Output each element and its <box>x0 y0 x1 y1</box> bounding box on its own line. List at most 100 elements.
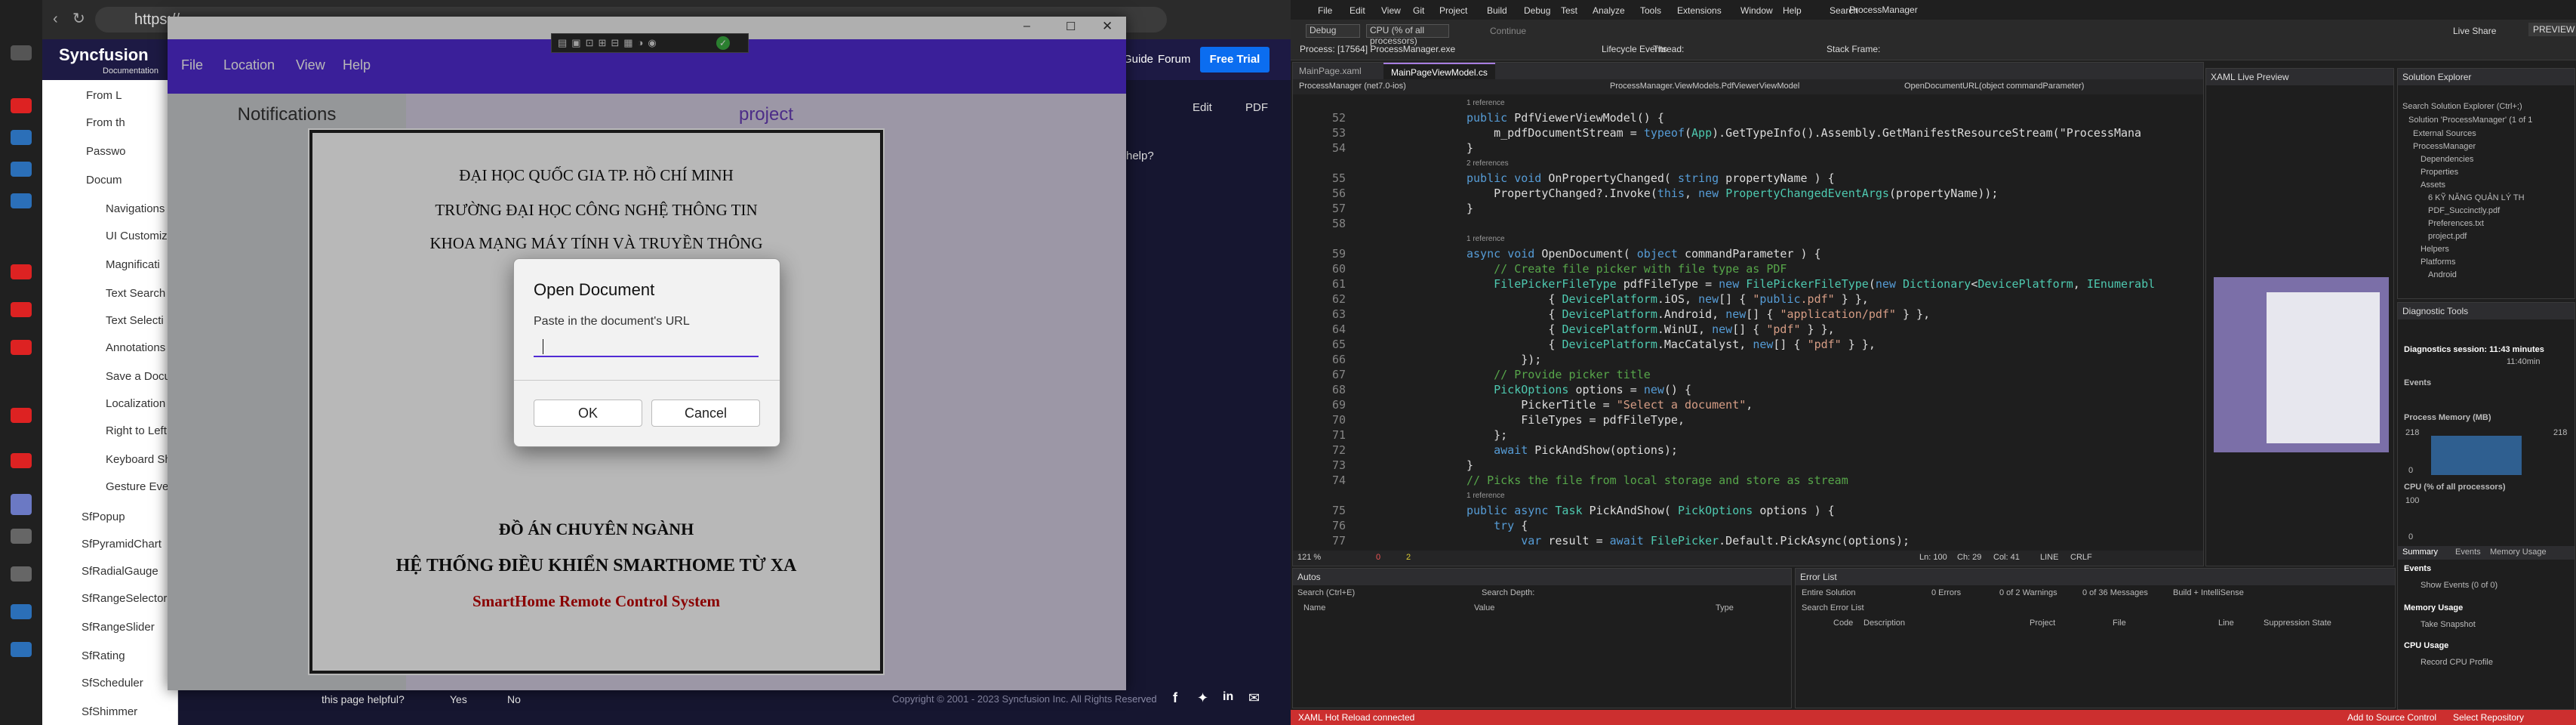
sidebar-item[interactable]: Text Selecti <box>106 314 164 327</box>
active-tab-icon[interactable] <box>11 494 32 515</box>
code-line[interactable]: 61 FilePickerFileType pdfFileType = new … <box>1293 277 2199 292</box>
code-line[interactable]: 54} <box>1293 141 2199 156</box>
zoom-level[interactable]: 121 % <box>1297 553 1321 562</box>
mail-icon[interactable]: ✉ <box>1248 690 1260 706</box>
sidebar-item[interactable]: Localization <box>106 397 165 410</box>
vs-menu-item[interactable]: Git <box>1413 5 1424 16</box>
code-line[interactable]: 63 { DevicePlatform.Android, new[] { "ap… <box>1293 307 2199 322</box>
code-line[interactable]: 62 { DevicePlatform.iOS, new[] { "public… <box>1293 292 2199 307</box>
error-column-header[interactable]: Code <box>1833 619 1853 628</box>
solution-title[interactable]: Solution 'ProcessManager' (1 of 1 <box>2408 116 2532 125</box>
vs-menu-item[interactable]: Debug <box>1524 5 1550 16</box>
cancel-button[interactable]: Cancel <box>651 400 760 427</box>
vs-menu-item[interactable]: Window <box>1740 5 1773 16</box>
sidebar-item[interactable]: SfRangeSelector <box>82 592 167 605</box>
tree-item[interactable]: 6 KỸ NĂNG QUẢN LÝ TH <box>2428 193 2525 202</box>
code-line[interactable]: 60 // Create file picker with file type … <box>1293 262 2199 277</box>
tab-memory-usage[interactable]: Memory Usage <box>2490 548 2547 557</box>
code-line[interactable]: 73} <box>1293 458 2199 474</box>
nav-member[interactable]: OpenDocumentURL(object commandParameter) <box>1904 82 2084 91</box>
error-search[interactable]: Search Error List <box>1802 603 1864 612</box>
vs-menu-item[interactable]: Test <box>1561 5 1577 16</box>
code-line[interactable]: 55 public void OnPropertyChanged( string … <box>1293 171 2199 187</box>
code-line[interactable]: 75 public async Task PickAndShow( PickOpt… <box>1293 504 2199 519</box>
tab-summary[interactable]: Summary <box>2402 548 2438 557</box>
code-area[interactable]: 1 reference 52 public PdfViewerViewModel()… <box>1293 96 2203 548</box>
sidebar-item[interactable]: Right to Left <box>106 424 167 437</box>
error-column-header[interactable]: Line <box>2218 619 2234 628</box>
youtube-tab-icon[interactable] <box>11 453 32 468</box>
error-count[interactable]: 0 <box>1376 553 1380 562</box>
edit-link[interactable]: Edit <box>1193 101 1212 114</box>
ok-button[interactable]: OK <box>534 400 642 427</box>
tree-item[interactable]: PDF_Succinctly.pdf <box>2428 206 2500 215</box>
code-line[interactable]: 66 }); <box>1293 353 2199 368</box>
code-line[interactable]: 77 var result = await FilePicker.Default… <box>1293 534 2199 548</box>
warnings-filter[interactable]: 0 of 2 Warnings <box>1999 588 2057 597</box>
tree-item[interactable]: Preferences.txt <box>2428 219 2484 228</box>
tab-mainpage-xaml[interactable]: MainPage.xaml <box>1299 66 1362 76</box>
youtube-tab-icon[interactable] <box>11 302 32 317</box>
tree-item[interactable]: Helpers <box>2421 245 2449 254</box>
sidebar-item[interactable]: Save a Docu <box>106 370 171 383</box>
code-line[interactable]: 68 PickOptions options = new() { <box>1293 383 2199 398</box>
nav-project[interactable]: ProcessManager (net7.0-ios) <box>1299 82 1406 91</box>
sidebar-item[interactable]: Magnificati <box>106 258 160 271</box>
code-line[interactable]: 74 // Picks the file from local storage a… <box>1293 474 2199 489</box>
sidebar-item[interactable]: UI Customiz <box>106 230 168 242</box>
tree-item[interactable]: Dependencies <box>2421 155 2473 164</box>
code-line[interactable]: 52 public PdfViewerViewModel() { <box>1293 111 2199 126</box>
tree-item[interactable]: project.pdf <box>2428 232 2467 241</box>
sidebar-item[interactable]: SfPopup <box>82 511 125 523</box>
yes-button[interactable]: Yes <box>450 693 467 705</box>
youtube-tab-icon[interactable] <box>11 408 32 423</box>
code-line[interactable]: 67 // Provide picker title <box>1293 368 2199 383</box>
site-logo[interactable]: Syncfusion <box>59 45 149 65</box>
refresh-tab-icon[interactable] <box>11 193 32 208</box>
refresh-tab-icon[interactable] <box>11 130 32 145</box>
show-events[interactable]: Show Events (0 of 0) <box>2421 581 2498 590</box>
back-icon[interactable]: ‹ <box>53 11 58 28</box>
process-label[interactable]: Process: [17564] ProcessManager.exe <box>1300 44 1455 54</box>
vs-menu-item[interactable]: Extensions <box>1677 5 1722 16</box>
sidebar-item[interactable]: SfShimmer <box>82 705 137 718</box>
sidebar-item[interactable]: Navigations <box>106 202 165 215</box>
tree-item[interactable]: Assets <box>2421 180 2445 190</box>
code-line[interactable]: 56 PropertyChanged?.Invoke(this, new Pro… <box>1293 187 2199 202</box>
page-tab-icon[interactable] <box>11 642 32 657</box>
code-line[interactable]: 58 <box>1293 217 2199 232</box>
code-line[interactable]: 72 await PickAndShow(options); <box>1293 443 2199 458</box>
code-line[interactable]: 1 reference <box>1293 96 2199 111</box>
refresh-icon[interactable]: ↻ <box>72 9 85 28</box>
sidebar-item[interactable]: SfRadialGauge <box>82 565 158 578</box>
page-tab-icon[interactable] <box>11 604 32 619</box>
sidebar-item[interactable]: Gesture Even <box>106 480 175 493</box>
youtube-tab-icon[interactable] <box>11 264 32 279</box>
code-line[interactable]: 57} <box>1293 202 2199 217</box>
take-snapshot[interactable]: Take Snapshot <box>2421 620 2476 629</box>
error-column-header[interactable]: File <box>2113 619 2126 628</box>
sidebar-item[interactable]: SfPyramidChart <box>82 538 162 551</box>
config-dropdown[interactable]: Debug <box>1306 24 1360 38</box>
continue-button[interactable]: Continue <box>1490 26 1526 36</box>
code-line[interactable]: 65 { DevicePlatform.MacCatalyst, new[] {… <box>1293 338 2199 353</box>
code-line[interactable]: 69 PickerTitle = "Select a document", <box>1293 398 2199 413</box>
sidebar-item[interactable]: SfRating <box>82 649 125 662</box>
tree-item[interactable]: Properties <box>2421 168 2458 177</box>
stackframe-label[interactable]: Stack Frame: <box>1827 44 1880 54</box>
sidebar-item[interactable]: SfScheduler <box>82 677 143 690</box>
browser-tab-icon[interactable] <box>11 45 32 60</box>
code-line[interactable]: 64 { DevicePlatform.WinUI, new[] { "pdf"… <box>1293 322 2199 338</box>
youtube-tab-icon[interactable] <box>11 340 32 355</box>
vs-menu-item[interactable]: Project <box>1439 5 1467 16</box>
code-line[interactable]: 1 reference <box>1293 232 2199 247</box>
page-tab-icon[interactable] <box>11 566 32 582</box>
facebook-icon[interactable]: f <box>1173 690 1177 706</box>
pdf-link[interactable]: PDF <box>1245 101 1268 114</box>
errors-filter[interactable]: 0 Errors <box>1931 588 1961 597</box>
free-trial-button[interactable]: Free Trial <box>1200 47 1270 72</box>
vs-menu-item[interactable]: Tools <box>1640 5 1661 16</box>
vs-menu-item[interactable]: Build <box>1487 5 1507 16</box>
sidebar-item[interactable]: Text Search <box>106 287 165 300</box>
build-filter[interactable]: Build + IntelliSense <box>2173 588 2244 597</box>
